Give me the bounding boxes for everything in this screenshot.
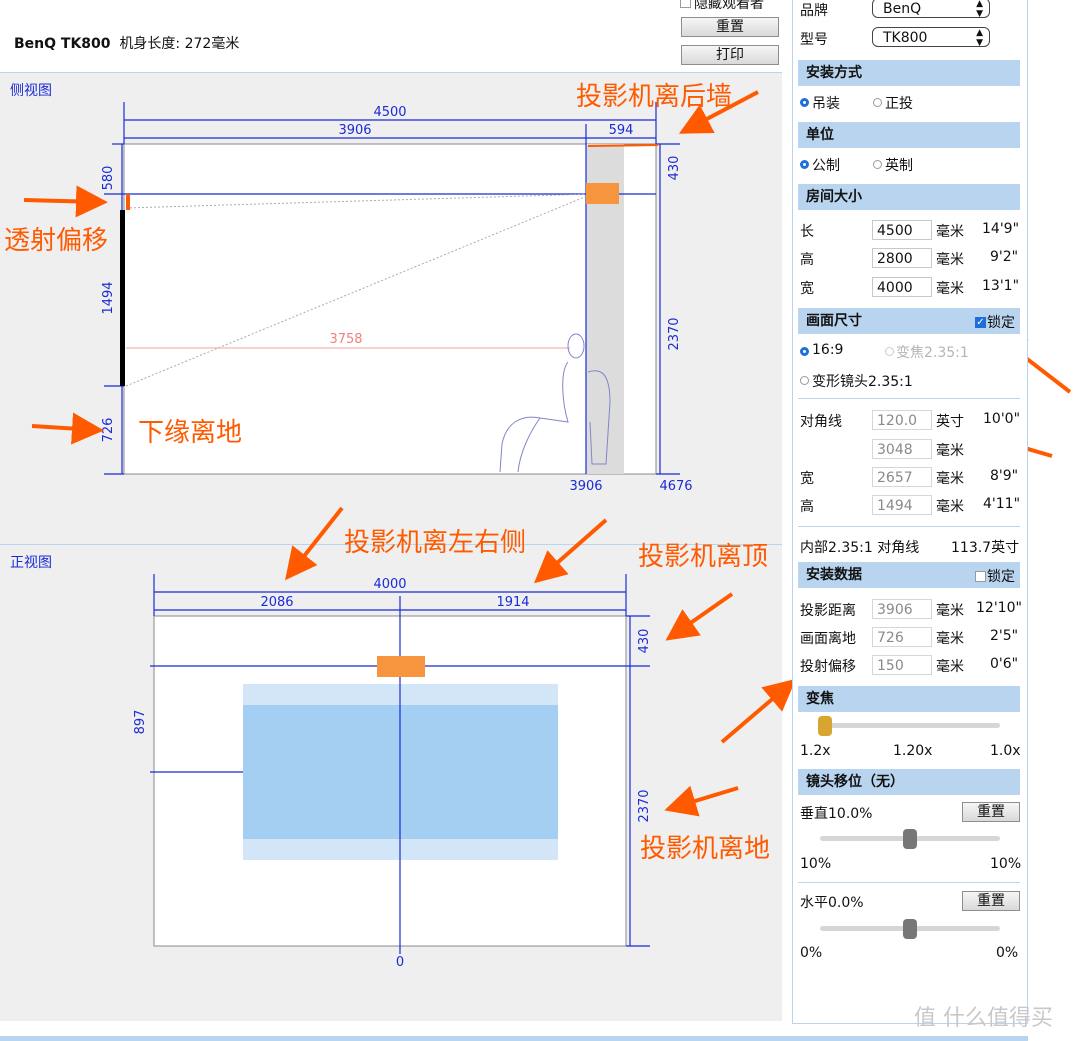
throw-distance-unit: 毫米 xyxy=(936,603,964,619)
room-section-title: 房间大小 xyxy=(798,184,1020,210)
screen-width-label: 宽 xyxy=(800,471,814,487)
vertical-max: 10% xyxy=(990,856,1022,872)
zoom-max: 1.0x xyxy=(990,743,1021,759)
unit-section-title: 单位 xyxy=(798,122,1020,148)
screen-floor-label: 画面离地 xyxy=(800,631,856,647)
room-length-label: 长 xyxy=(800,224,814,240)
throw-offset-input[interactable]: 150 xyxy=(872,655,932,675)
zoom-slider-track[interactable] xyxy=(820,723,1000,728)
metric-label: 公制 xyxy=(812,158,840,174)
ceiling-label: 吊装 xyxy=(812,96,840,112)
radio-imperial[interactable] xyxy=(873,160,882,169)
arrow-offset-field xyxy=(720,678,797,744)
diagonal-mm-input[interactable]: 3048 xyxy=(872,439,932,459)
throw-distance-input[interactable]: 3906 xyxy=(872,599,932,619)
diagonal-input[interactable]: 120.0 xyxy=(872,410,932,430)
radio-ceiling[interactable] xyxy=(800,98,809,107)
arrow-bottom-edge xyxy=(31,412,104,445)
room-width-label: 宽 xyxy=(800,281,814,297)
screen-width-input[interactable]: 2657 xyxy=(872,467,932,487)
room-length-imperial: 14'9" xyxy=(982,221,1020,237)
room-height-imperial: 9'2" xyxy=(990,249,1019,265)
watermark: 值 什么值得买 xyxy=(914,1006,1053,1031)
diagonal-label: 对角线 xyxy=(800,414,842,430)
screen-floor-imperial: 2'5" xyxy=(990,628,1019,644)
vertical-min: 10% xyxy=(800,856,832,872)
throw-offset-imperial: 0'6" xyxy=(990,656,1019,672)
vertical-reset-button[interactable]: 重置 xyxy=(962,802,1020,822)
brand-value: BenQ xyxy=(883,1,922,17)
screen-floor-unit: 毫米 xyxy=(936,631,964,647)
screen-width-unit: 毫米 xyxy=(936,471,964,487)
diagonal-imperial: 10'0" xyxy=(983,411,1021,427)
horizontal-max: 0% xyxy=(996,945,1019,961)
radio-front[interactable] xyxy=(873,98,882,107)
throw-offset-label: 投射偏移 xyxy=(800,659,856,675)
divider xyxy=(798,882,1020,883)
screen-lock-checkbox[interactable]: ✓ xyxy=(975,317,986,328)
model-select[interactable]: TK800 ▲ ▼ xyxy=(872,27,990,48)
screen-height-imperial: 4'11" xyxy=(983,496,1021,512)
model-value: TK800 xyxy=(883,30,928,46)
radio-metric[interactable] xyxy=(800,160,809,169)
room-height-label: 高 xyxy=(800,252,814,268)
model-label: 型号 xyxy=(800,32,828,48)
front-label: 正投 xyxy=(885,96,913,112)
room-width-input[interactable]: 4000 xyxy=(872,277,932,297)
diagonal-mm-unit: 毫米 xyxy=(936,443,964,459)
diagonal-unit: 英寸 xyxy=(936,414,964,430)
select-arrows-icon: ▲ ▼ xyxy=(976,28,983,48)
ratio-16-9-label: 16:9 xyxy=(812,342,844,358)
zoom-235-label: 变焦2.35:1 xyxy=(896,345,969,361)
arrow-right-side xyxy=(533,518,608,584)
throw-distance-label: 投影距离 xyxy=(800,603,856,619)
inner-diagonal-label: 内部2.35:1 对角线 xyxy=(800,540,920,556)
divider xyxy=(798,398,1020,399)
install-lock-label: 锁定 xyxy=(987,569,1015,585)
arrow-rear-wall xyxy=(678,90,759,134)
room-length-unit: 毫米 xyxy=(936,224,964,240)
zoom-min: 1.2x xyxy=(800,743,831,759)
brand-label: 品牌 xyxy=(800,3,828,19)
install-lock-checkbox[interactable] xyxy=(975,571,986,582)
zoom-current: 1.20x xyxy=(893,743,933,759)
vertical-slider-thumb[interactable] xyxy=(903,829,917,849)
horizontal-slider-thumb[interactable] xyxy=(903,919,917,939)
arrow-floor xyxy=(664,785,739,817)
screen-floor-input[interactable]: 726 xyxy=(872,627,932,647)
select-arrows-icon: ▲ ▼ xyxy=(976,0,983,19)
lens-shift-section-title: 镜头移位（无） xyxy=(798,769,1020,795)
screen-lock-label: 锁定 xyxy=(987,315,1015,331)
radio-zoom-235[interactable] xyxy=(885,347,894,356)
horizontal-min: 0% xyxy=(800,945,823,961)
brand-select[interactable]: BenQ ▲ ▼ xyxy=(872,0,990,19)
screen-height-input[interactable]: 1494 xyxy=(872,495,932,515)
room-width-unit: 毫米 xyxy=(936,281,964,297)
arrow-offset xyxy=(23,185,108,218)
room-height-unit: 毫米 xyxy=(936,252,964,268)
vertical-shift-label: 垂直10.0% xyxy=(800,806,873,822)
imperial-label: 英制 xyxy=(885,158,913,174)
screen-width-imperial: 8'9" xyxy=(990,468,1019,484)
horizontal-reset-button[interactable]: 重置 xyxy=(962,891,1020,911)
throw-offset-unit: 毫米 xyxy=(936,659,964,675)
screen-height-label: 高 xyxy=(800,499,814,515)
room-length-input[interactable]: 4500 xyxy=(872,220,932,240)
horizontal-shift-label: 水平0.0% xyxy=(800,895,864,911)
arrow-left-side xyxy=(285,506,344,581)
screen-height-unit: 毫米 xyxy=(936,499,964,515)
room-width-imperial: 13'1" xyxy=(982,278,1020,294)
inner-diagonal-value: 113.7英寸 xyxy=(951,540,1020,556)
radio-anamorphic[interactable] xyxy=(800,376,809,385)
mount-section-title: 安装方式 xyxy=(798,60,1020,86)
anamorphic-label: 变形镜头2.35:1 xyxy=(812,374,913,390)
divider xyxy=(798,526,1020,527)
zoom-section-title: 变焦 xyxy=(798,686,1020,712)
arrow-top xyxy=(665,592,734,641)
throw-distance-imperial: 12'10" xyxy=(976,600,1022,616)
zoom-slider-thumb[interactable] xyxy=(818,716,832,736)
radio-16-9[interactable] xyxy=(800,347,809,356)
room-height-input[interactable]: 2800 xyxy=(872,248,932,268)
